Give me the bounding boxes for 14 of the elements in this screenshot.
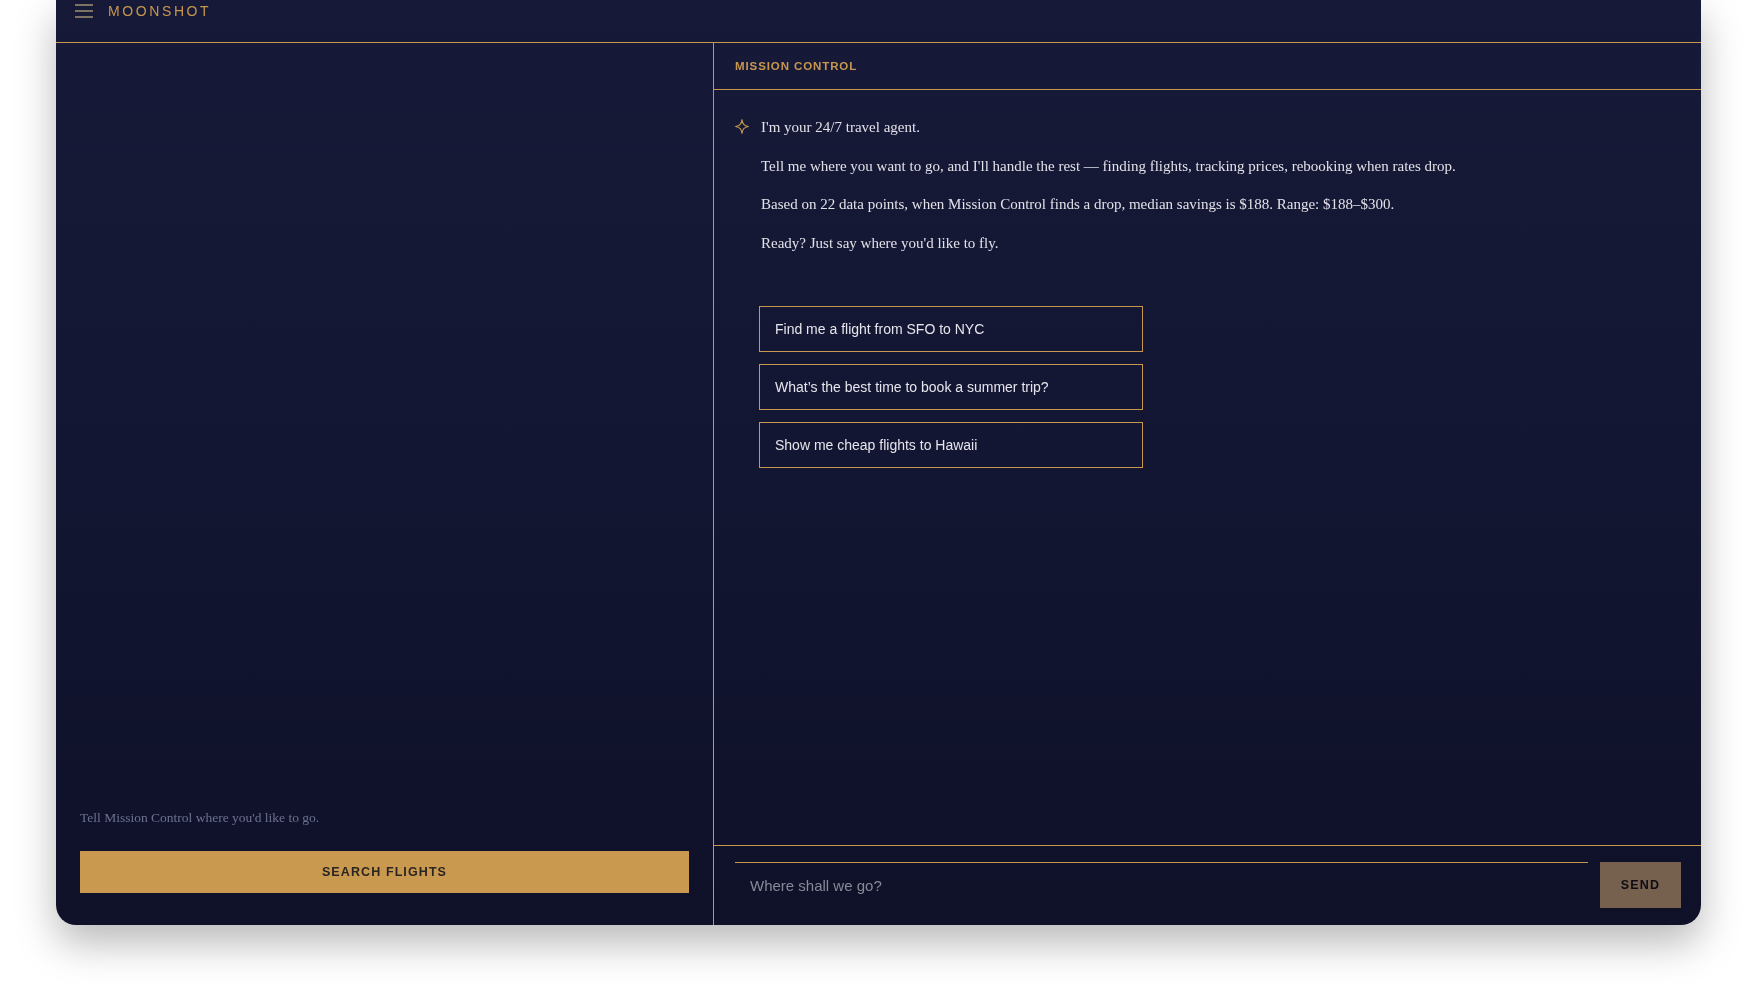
message-input[interactable]: Where shall we go?: [735, 862, 1588, 908]
assistant-message: Ready? Just say where you'd like to fly.: [761, 233, 999, 253]
assistant-message: Tell me where you want to go, and I'll handle the rest — finding flights, tracking prices, rebooking when rates drop.: [761, 156, 1456, 176]
search-flights-button[interactable]: SEARCH FLIGHTS: [80, 851, 689, 893]
suggestion-button[interactable]: What’s the best time to book a summer trip?: [759, 364, 1143, 410]
suggestion-button[interactable]: Show me cheap flights to Hawaii: [759, 422, 1143, 468]
suggestion-button[interactable]: Find me a flight from SFO to NYC: [759, 306, 1143, 352]
search-hint: Tell Mission Control where you'd like to go.: [80, 809, 320, 827]
assistant-message: Based on 22 data points, when Mission Control finds a drop, median savings is $188. Range: $188–$300.: [761, 195, 1395, 214]
sparkle-icon: [735, 119, 749, 134]
menu-icon[interactable]: [75, 3, 93, 18]
panel-title: MISSION CONTROL: [735, 60, 858, 72]
assistant-message: I'm your 24/7 travel agent.: [761, 118, 920, 137]
brand-name: MOONSHOT: [108, 2, 212, 19]
